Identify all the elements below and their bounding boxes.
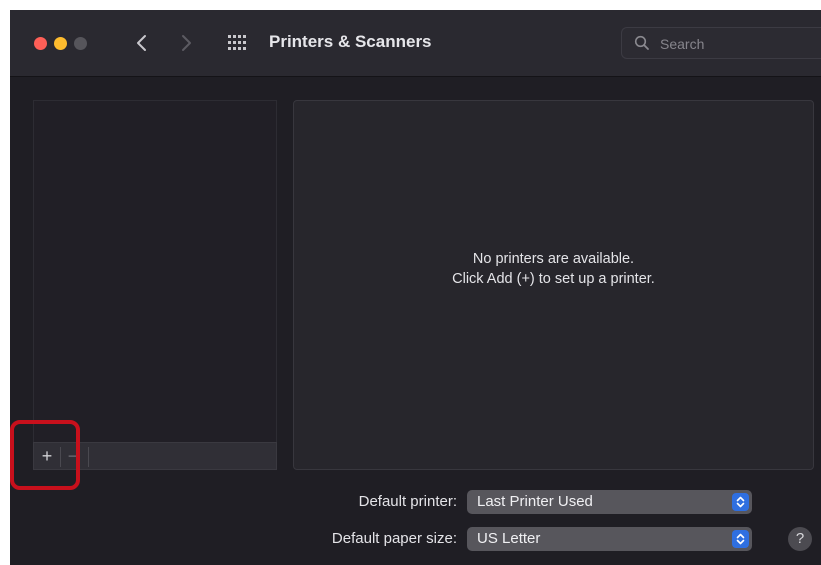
- add-button-highlight: [10, 420, 80, 490]
- printer-detail-pane: No printers are available. Click Add (+)…: [293, 100, 814, 470]
- popup-arrows-icon: [732, 493, 749, 511]
- default-printer-value: Last Printer Used: [477, 493, 593, 510]
- search-input[interactable]: [658, 33, 812, 55]
- title-bar: Printers & Scanners: [10, 10, 821, 77]
- minimize-window-button[interactable]: [54, 37, 67, 50]
- default-paper-size-popup[interactable]: US Letter: [467, 527, 752, 551]
- chevron-left-icon: [137, 35, 146, 51]
- zoom-window-button[interactable]: [74, 37, 87, 50]
- empty-state-message: No printers are available. Click Add (+)…: [294, 249, 813, 289]
- chevron-right-icon: [182, 35, 191, 51]
- forward-button[interactable]: [172, 28, 200, 58]
- empty-state-line-2: Click Add (+) to set up a printer.: [452, 271, 655, 287]
- default-printer-label: Default printer:: [358, 493, 457, 510]
- empty-state-line-1: No printers are available.: [472, 251, 635, 267]
- default-paper-size-label: Default paper size:: [331, 530, 457, 547]
- show-all-grid-icon: [228, 35, 246, 50]
- help-button[interactable]: ?: [788, 527, 812, 551]
- close-window-button[interactable]: [34, 37, 47, 50]
- printer-list[interactable]: [33, 100, 277, 470]
- show-all-button[interactable]: [227, 32, 249, 54]
- default-printer-popup[interactable]: Last Printer Used: [467, 490, 752, 514]
- search-icon: [634, 35, 649, 50]
- default-paper-size-value: US Letter: [477, 530, 541, 547]
- back-button[interactable]: [128, 28, 156, 58]
- printers-scanners-window: Printers & Scanners + − No printers are …: [10, 10, 821, 565]
- window-title: Printers & Scanners: [269, 32, 432, 51]
- search-field[interactable]: [621, 27, 821, 59]
- toolbar-divider: [88, 447, 89, 467]
- popup-arrows-icon: [732, 530, 749, 548]
